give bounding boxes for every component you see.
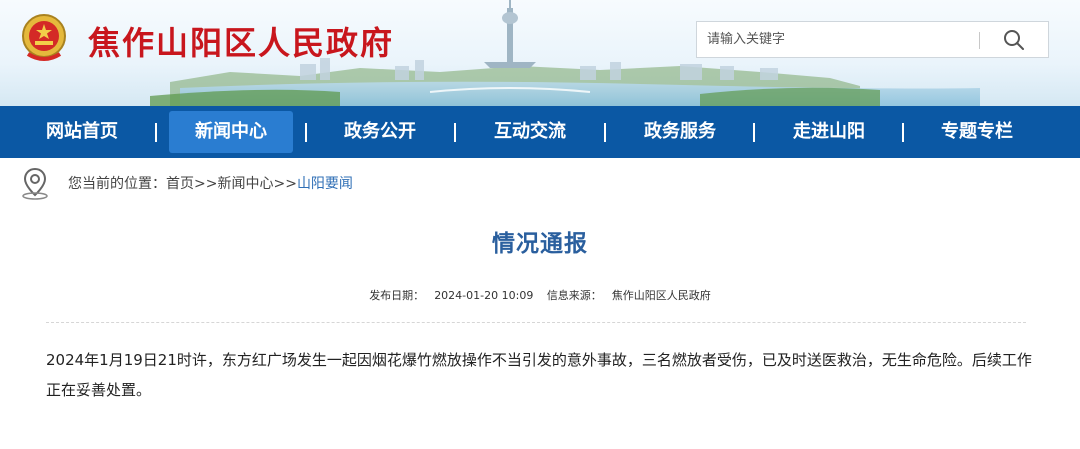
breadcrumb-section-link[interactable]: 新闻中心 (217, 176, 273, 192)
nav-separator (753, 123, 755, 142)
search-button[interactable] (987, 25, 1041, 55)
nav-separator (305, 123, 307, 142)
nav-separator (902, 123, 904, 142)
search-box (696, 21, 1049, 58)
search-icon (1004, 30, 1024, 50)
publish-date-value: 2024-01-20 10:09 (434, 289, 534, 302)
breadcrumb-current-link[interactable]: 山阳要闻 (297, 176, 353, 192)
site-header: 焦作山阳区人民政府 (0, 0, 1080, 106)
nav-item-interaction[interactable]: 互动交流 (479, 111, 581, 153)
nav-item-special-topics[interactable]: 专题专栏 (926, 111, 1028, 153)
source-field: 信息来源： 焦作山阳区人民政府 (547, 289, 711, 302)
breadcrumb-bar: 您当前的位置：首页>>新闻中心>>山阳要闻 (0, 158, 1080, 208)
nav-separator (454, 123, 456, 142)
nav-item-home[interactable]: 网站首页 (34, 111, 130, 153)
breadcrumb-separator: >> (273, 176, 297, 192)
breadcrumb: 您当前的位置：首页>>新闻中心>>山阳要闻 (68, 173, 353, 193)
source-value: 焦作山阳区人民政府 (611, 289, 711, 302)
article-meta: 发布日期： 2024-01-20 10:09 信息来源： 焦作山阳区人民政府 (0, 287, 1080, 303)
national-emblem-icon (22, 14, 66, 61)
nav-item-about-shanyang[interactable]: 走进山阳 (778, 111, 880, 153)
breadcrumb-prefix: 您当前的位置： (68, 176, 166, 192)
breadcrumb-home-link[interactable]: 首页 (166, 176, 194, 192)
nav-item-gov-services[interactable]: 政务服务 (629, 111, 731, 153)
nav-separator (604, 123, 606, 142)
article-title: 情况通报 (492, 231, 588, 257)
nav-separator (155, 123, 157, 142)
publish-date-label: 发布日期： (369, 289, 425, 302)
search-input[interactable] (697, 22, 975, 57)
nav-item-news-center[interactable]: 新闻中心 (169, 111, 293, 153)
location-pin-icon (22, 167, 48, 200)
search-divider (979, 32, 980, 49)
publish-date-field: 发布日期： 2024-01-20 10:09 (369, 289, 533, 302)
content-divider (46, 322, 1026, 323)
breadcrumb-separator: >> (194, 176, 218, 192)
site-title: 焦作山阳区人民政府 (88, 24, 395, 62)
main-nav: 网站首页 新闻中心 政务公开 互动交流 政务服务 走进山阳 专题专栏 (0, 106, 1080, 158)
source-label: 信息来源： (546, 289, 602, 302)
nav-item-gov-affairs[interactable]: 政务公开 (329, 111, 431, 153)
article-body: 2024年1月19日21时许，东方红广场发生一起因烟花爆竹燃放操作不当引发的意外… (46, 351, 1032, 399)
